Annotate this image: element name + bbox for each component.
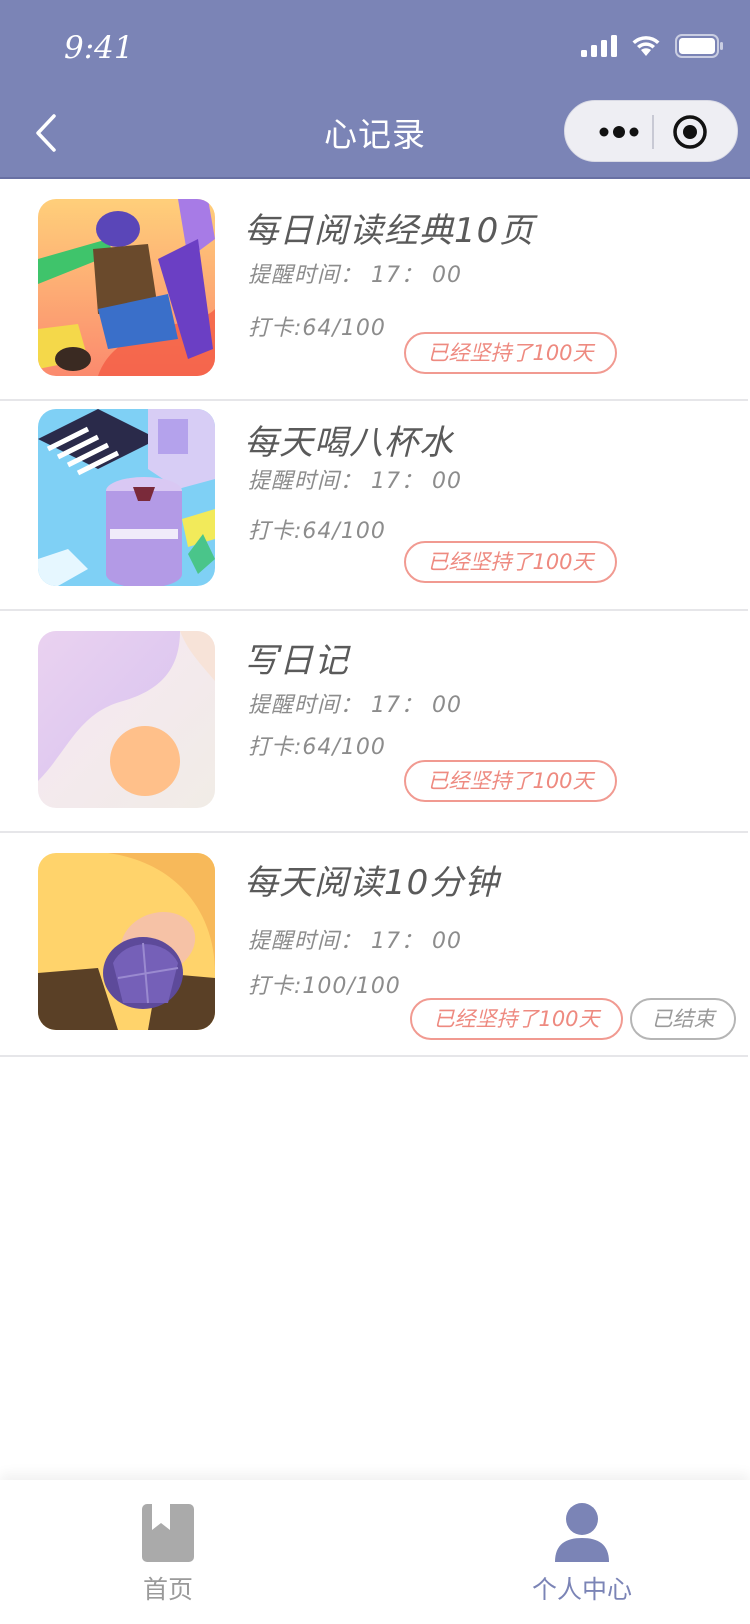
header: 9:41 心记录 — [0, 0, 750, 179]
record-card[interactable]: 每日阅读经典10页 提醒时间： 17： 00 打卡:64/100 已经坚持了10… — [0, 179, 748, 401]
bookmark-book-icon — [142, 1504, 194, 1562]
isometric-city-illustration — [38, 409, 215, 586]
close-target-icon[interactable] — [672, 114, 708, 150]
record-title: 写日记 — [244, 641, 349, 681]
record-thumbnail — [38, 853, 215, 1030]
record-title: 每日阅读经典10页 — [244, 211, 535, 251]
person-cap-topdown-illustration — [38, 853, 215, 1030]
record-title: 每天阅读10分钟 — [244, 863, 500, 903]
signal-icon — [581, 35, 617, 57]
tab-profile-label: 个人中心 — [531, 1575, 632, 1604]
tab-bar: 首页 个人中心 — [0, 1480, 750, 1624]
battery-icon — [675, 34, 723, 58]
status-time: 9:41 — [64, 30, 134, 66]
record-thumbnail — [38, 199, 215, 376]
checkin-progress: 打卡:64/100 — [248, 316, 386, 341]
person-icon — [555, 1503, 609, 1562]
record-thumbnail — [38, 631, 215, 808]
reminder-time: 提醒时间： 17： 00 — [248, 263, 462, 288]
tab-home[interactable]: 首页 — [68, 1480, 268, 1624]
record-card[interactable]: 写日记 提醒时间： 17： 00 打卡:64/100 已经坚持了100天 — [0, 609, 748, 833]
ended-badge: 已结束 — [630, 998, 736, 1040]
mini-program-capsule — [564, 100, 738, 162]
reminder-time: 提醒时间： 17： 00 — [248, 469, 462, 494]
streak-badge: 已经坚持了100天 — [410, 998, 623, 1040]
more-options-button[interactable] — [589, 101, 649, 163]
record-card[interactable]: 每天阅读10分钟 提醒时间： 17： 00 打卡:100/100 已经坚持了10… — [0, 831, 748, 1057]
checkin-progress: 打卡:100/100 — [248, 974, 401, 999]
capsule-divider — [652, 115, 654, 149]
record-thumbnail — [38, 409, 215, 586]
record-title: 每天喝八杯水 — [244, 423, 454, 463]
reminder-time: 提醒时间： 17： 00 — [248, 693, 462, 718]
reminder-time: 提醒时间： 17： 00 — [248, 929, 462, 954]
tab-profile[interactable]: 个人中心 — [482, 1480, 682, 1624]
person-climbing-illustration — [38, 199, 215, 376]
streak-badge: 已经坚持了100天 — [404, 332, 617, 374]
more-dots-icon — [599, 126, 639, 138]
streak-badge: 已经坚持了100天 — [404, 541, 617, 583]
abstract-sun-illustration — [38, 631, 215, 808]
tab-home-label: 首页 — [142, 1575, 193, 1604]
checkin-progress: 打卡:64/100 — [248, 735, 386, 760]
checkin-progress: 打卡:64/100 — [248, 519, 386, 544]
wifi-icon — [632, 36, 660, 56]
streak-badge: 已经坚持了100天 — [404, 760, 617, 802]
status-icons — [581, 34, 723, 58]
record-card[interactable]: 每天喝八杯水 提醒时间： 17： 00 打卡:64/100 已经坚持了100天 — [0, 399, 748, 611]
